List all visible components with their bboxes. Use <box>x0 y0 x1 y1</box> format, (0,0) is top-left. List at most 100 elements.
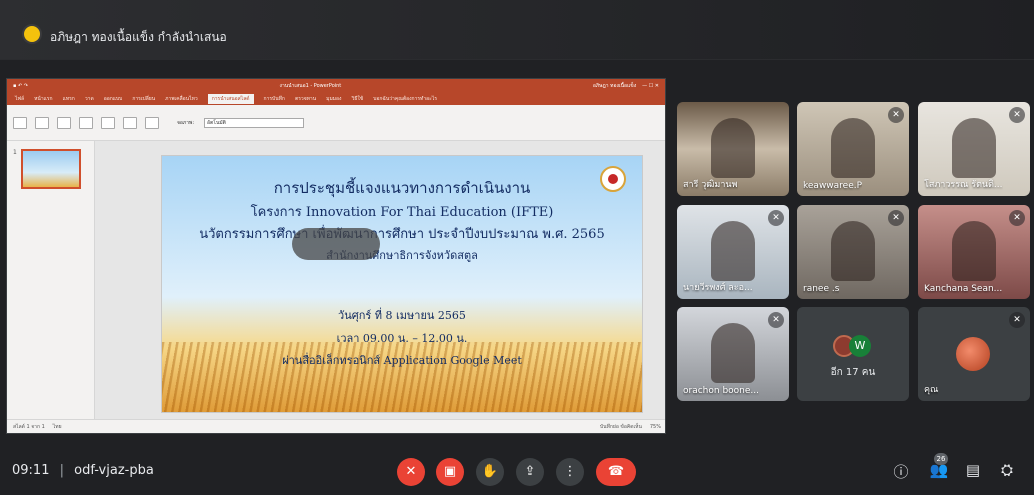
ribbon-button[interactable] <box>35 116 49 129</box>
mic-off-icon: ✕ <box>768 210 784 226</box>
participant-name: keawwaree.P <box>803 181 863 191</box>
ppt-tab[interactable]: หน้าแรก <box>34 95 52 103</box>
ppt-tab[interactable]: วิธีใช้ <box>352 95 364 103</box>
slide-project: โครงการ Innovation For Thai Education (I… <box>250 205 554 220</box>
notes-comments[interactable]: บันทึกย่อ ข้อคิดเห็น <box>600 423 642 431</box>
hangup-icon[interactable]: ☎ <box>596 458 636 486</box>
chat-icon[interactable]: ▤ <box>962 461 984 479</box>
ppt-tab-active[interactable]: การนำเสนอสไลด์ <box>207 94 254 104</box>
slide-count: สไลด์ 1 จาก 1 <box>13 423 45 430</box>
participant-tile[interactable]: ✕ Kanchana Sean... <box>918 205 1030 299</box>
presenter-controls-overlay[interactable] <box>292 228 380 260</box>
mic-off-icon: ✕ <box>768 312 784 328</box>
mic-off-icon: ✕ <box>1009 107 1025 123</box>
people-icon[interactable]: 👥 <box>928 461 950 479</box>
participant-name: คุณ <box>924 385 939 395</box>
participant-name: สารี วุฒิมานพ <box>683 180 738 190</box>
ppt-ribbon: จอภาพ: อัตโนมัติ <box>7 105 665 141</box>
ppt-tab[interactable]: ออกแบบ <box>104 95 123 103</box>
participant-video <box>831 118 875 178</box>
meeting-info: 09:11 | odf-vjaz-pba <box>12 463 154 478</box>
ppt-tab[interactable]: มุมมอง <box>326 95 341 103</box>
presenter-text: อภิษฎา ทองเนื้อแข็ง กำลังนำเสนอ <box>50 30 227 44</box>
participant-tile[interactable]: ✕ orachon boone... <box>677 307 789 401</box>
ppt-tab[interactable]: ไฟล์ <box>15 95 24 103</box>
presenter-avatar <box>24 26 40 42</box>
ppt-window-controls: — ☐ ✕ <box>642 83 659 89</box>
participant-tile[interactable]: สารี วุฒิมานพ <box>677 102 789 196</box>
ppt-tab[interactable]: วาด <box>85 95 94 103</box>
ribbon-button[interactable] <box>123 116 137 129</box>
info-icon[interactable]: ⓘ <box>890 461 912 482</box>
participant-name: Kanchana Sean... <box>924 284 1003 294</box>
ppt-titlebar: ▪ ↶ ↷ งานนำเสนอ1 - PowerPoint อภิษฎา ทอง… <box>7 79 665 93</box>
self-avatar <box>956 337 990 371</box>
monitor-label: จอภาพ: <box>177 119 195 126</box>
ribbon-button[interactable] <box>13 116 27 129</box>
ppt-quickaccess: ▪ ↶ ↷ <box>13 83 28 89</box>
camera-off-icon[interactable]: ▣ <box>436 458 464 486</box>
participant-name: นายวีรพงศ์ ละอ... <box>683 283 753 293</box>
mic-off-icon[interactable]: ✕ <box>397 458 425 486</box>
ppt-tab[interactable]: การเปลี่ยน <box>132 95 155 103</box>
participant-name: โสภาวรรณ รัตนดิ... <box>924 180 1003 190</box>
mic-off-icon: ✕ <box>1009 312 1025 328</box>
ppt-tab[interactable]: การบันทึก <box>264 95 285 103</box>
participant-tile[interactable]: ✕ keawwaree.P <box>797 102 909 196</box>
participant-name: ranee .s <box>803 284 840 294</box>
ppt-ribbon-tabs: ไฟล์ หน้าแรก แทรก วาด ออกแบบ การเปลี่ยน … <box>7 93 665 105</box>
meeting-toolbar: 09:11 | odf-vjaz-pba ✕ ▣ ✋ ⇪ ⋮ ☎ ⓘ 26 👥 … <box>0 445 1034 495</box>
slide-date: วันศุกร์ ที่ 8 เมษายน 2565 <box>338 309 466 322</box>
self-tile[interactable]: ✕ คุณ <box>918 307 1030 401</box>
ppt-statusbar: สไลด์ 1 จาก 1 ไทย บันทึกย่อ ข้อคิดเห็น 7… <box>7 419 665 433</box>
participant-video <box>711 221 755 281</box>
slide-time: เวลา 09.00 น. – 12.00 น. <box>336 332 468 345</box>
slide-subtitle: นวัตกรรมการศึกษา เพื่อพัฒนาการศึกษา ประจ… <box>199 227 605 242</box>
ppt-tab[interactable]: ภาพเคลื่อนไหว <box>165 95 198 103</box>
meet-window: อภิษฎา ทองเนื้อแข็ง กำลังนำเสนอ ▪ ↶ ↷ งา… <box>0 0 1034 495</box>
participant-tile[interactable]: ✕ นายวีรพงศ์ ละอ... <box>677 205 789 299</box>
presenter-banner: อภิษฎา ทองเนื้อแข็ง กำลังนำเสนอ <box>0 0 1034 60</box>
participant-video <box>952 221 996 281</box>
participant-tile[interactable]: ✕ ranee .s <box>797 205 909 299</box>
ppt-workspace: 1 การประชุมชี้แจงแนวทางการดำเนินงาน โครง… <box>7 141 665 421</box>
thumbnail-number: 1 <box>13 149 17 156</box>
others-count: อีก 17 คน <box>830 367 876 378</box>
mic-off-icon: ✕ <box>1009 210 1025 226</box>
slide-office: สำนักงานศึกษาธิการจังหวัดสตูล <box>326 249 478 262</box>
slide-medium: ผ่านสื่ออิเล็กทรอนิกส์ Application Googl… <box>282 354 522 367</box>
ppt-tab[interactable]: ตรวจทาน <box>295 95 316 103</box>
participant-video <box>711 323 755 383</box>
others-tile[interactable]: W อีก 17 คน <box>797 307 909 401</box>
mic-off-icon: ✕ <box>888 107 904 123</box>
monitor-select[interactable]: อัตโนมัติ <box>204 117 305 128</box>
participant-video <box>711 118 755 178</box>
slide-title: การประชุมชี้แจงแนวทางการดำเนินงาน <box>273 179 531 197</box>
participant-avatar-letter: W <box>849 335 871 357</box>
ribbon-button[interactable] <box>101 116 115 129</box>
ribbon-button[interactable] <box>145 116 159 129</box>
zoom-level[interactable]: 75% <box>650 424 661 430</box>
ribbon-button[interactable] <box>57 116 71 129</box>
slide-thumbnail-pane: 1 <box>7 141 95 421</box>
ppt-window-title: งานนำเสนอ1 - PowerPoint <box>279 83 342 89</box>
slide-canvas: การประชุมชี้แจงแนวทางการดำเนินงาน โครงกา… <box>161 155 643 413</box>
clock: 09:11 <box>12 463 50 478</box>
presentation-stream: ▪ ↶ ↷ งานนำเสนอ1 - PowerPoint อภิษฎา ทอง… <box>6 78 666 434</box>
present-icon[interactable]: ⇪ <box>516 458 544 486</box>
raise-hand-icon[interactable]: ✋ <box>476 458 504 486</box>
meeting-code: odf-vjaz-pba <box>74 463 154 478</box>
activities-icon[interactable]: ⛭ <box>996 461 1018 479</box>
ribbon-button[interactable] <box>79 116 93 129</box>
ppt-tell-me[interactable]: บอกฉันว่าคุณต้องการทำอะไร <box>373 95 437 103</box>
separator: | <box>59 463 64 478</box>
participant-video <box>831 221 875 281</box>
more-icon[interactable]: ⋮ <box>556 458 584 486</box>
mic-off-icon: ✕ <box>888 210 904 226</box>
ppt-user: อภิษฎา ทองเนื้อแข็ง <box>592 83 637 89</box>
ppt-tab[interactable]: แทรก <box>63 95 75 103</box>
participant-name: orachon boone... <box>683 386 759 396</box>
slide-thumbnail[interactable] <box>21 149 81 189</box>
language: ไทย <box>52 423 62 430</box>
participant-tile[interactable]: ✕ โสภาวรรณ รัตนดิ... <box>918 102 1030 196</box>
